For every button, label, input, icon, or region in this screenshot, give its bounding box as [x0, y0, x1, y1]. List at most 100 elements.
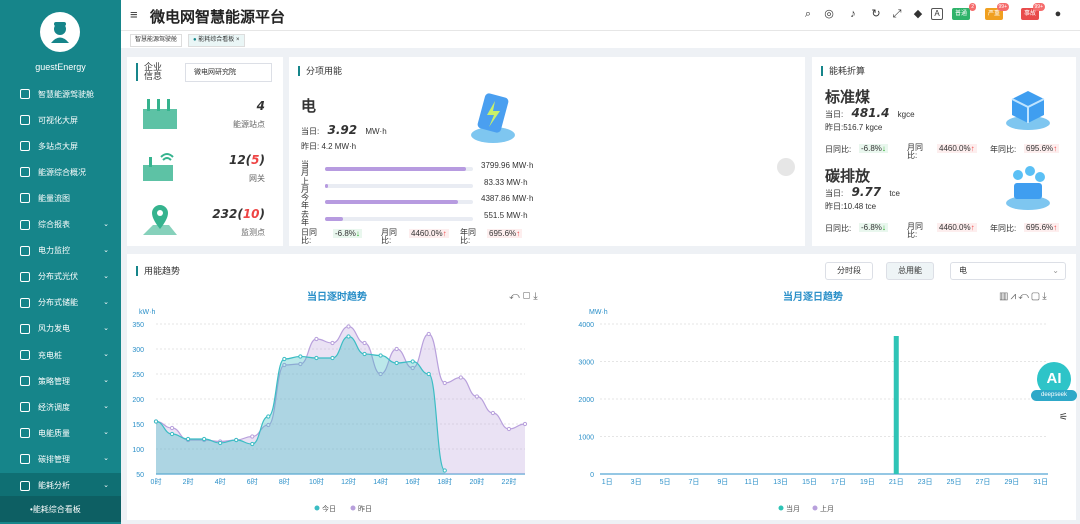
carbon-today-label: 当日:	[825, 189, 844, 198]
chart1-point[interactable]	[250, 441, 255, 447]
sidebar-item-label: 可视化大屏	[38, 115, 78, 125]
sound-icon[interactable]: ♪	[847, 8, 859, 20]
font-size-icon[interactable]: A	[931, 8, 943, 20]
chart1-point[interactable]	[314, 355, 319, 361]
chart1-point[interactable]	[362, 351, 367, 357]
fullscreen-icon[interactable]: ⤢	[891, 8, 903, 20]
carbon-unit: tce	[889, 189, 900, 198]
chart1-point[interactable]	[266, 414, 271, 419]
chart1-point[interactable]	[314, 336, 319, 342]
sidebar-subitem-energy-dashboard[interactable]: • 能耗综合看板	[0, 496, 121, 522]
sidebar-item-10[interactable]: 充电桩 ⌄	[0, 342, 121, 368]
tab-energy-dashboard[interactable]: ● 能耗综合看板 ×	[188, 34, 245, 47]
chart1-point[interactable]	[410, 359, 415, 364]
chart1-point[interactable]	[202, 436, 207, 442]
user-menu-icon[interactable]: ●	[1052, 8, 1064, 20]
chart1-point[interactable]	[490, 410, 496, 416]
header: ≡ 微电网智慧能源平台 ⌕ ◎ ♪ ↻ ⤢ ◆ A 普通 2 严重 99+ 事故 99…	[121, 0, 1080, 30]
chart1-point[interactable]	[185, 436, 191, 442]
sidebar-item-15[interactable]: 能耗分析 ⌄	[0, 472, 121, 499]
tab-label: 能耗综合看板	[198, 37, 235, 43]
chart1-point[interactable]	[394, 346, 399, 352]
sidebar-item-8[interactable]: 分布式储能 ⌄	[0, 290, 121, 316]
chart1-point[interactable]	[298, 354, 303, 359]
chart2-ylabel: MW·h	[589, 309, 608, 316]
coal-name: 标准煤	[825, 89, 871, 106]
chart1-point[interactable]	[394, 360, 399, 366]
sidebar-item-5[interactable]: 综合报表 ⌄	[0, 212, 121, 238]
chart1-point[interactable]	[426, 331, 431, 337]
chart1-point[interactable]	[218, 440, 223, 446]
chart1-point[interactable]	[282, 356, 287, 362]
carbon-dod-tag: -6.8%↓	[859, 223, 888, 232]
search-icon[interactable]: ⌕	[802, 8, 814, 20]
chart1-point[interactable]	[346, 324, 351, 329]
sidebar-item-label: 综合报表	[38, 220, 70, 229]
chart1-legend-label[interactable]: 昨日	[358, 504, 372, 513]
chart1-point[interactable]	[442, 380, 447, 386]
alarm-serious-badge[interactable]: 严重 99+	[985, 3, 1010, 20]
chart1-point[interactable]	[153, 419, 159, 424]
chart1-point[interactable]	[330, 355, 335, 361]
usage-today-label: 当日:	[301, 127, 320, 136]
sidebar-item-9[interactable]: 风力发电 ⌄	[0, 316, 121, 342]
wind-icon	[20, 323, 30, 334]
flow-icon	[20, 193, 30, 204]
arrow-up-icon: ↑	[1053, 144, 1058, 153]
sidebar-item-3[interactable]: 能源综合概况	[0, 159, 121, 185]
sidebar-item-1[interactable]: 可视化大屏	[0, 107, 121, 133]
help-icon[interactable]: ◎	[823, 8, 835, 20]
sidebar-item-14[interactable]: 碳排管理 ⌄	[0, 446, 121, 472]
carbon-yoy-tag: 695.6%↑	[1024, 223, 1060, 232]
sidebar-item-12[interactable]: 经济调度 ⌄	[0, 394, 121, 420]
carbon-yoy-value: 695.6%	[1026, 223, 1054, 232]
chart1-xtick: 16时	[405, 477, 420, 486]
chart1-point[interactable]	[362, 340, 367, 346]
solar-icon	[20, 271, 30, 282]
chart1-point[interactable]	[250, 434, 255, 439]
chart2-legend-dot	[778, 505, 784, 511]
chart1-point[interactable]	[169, 425, 175, 431]
chart1-toolbox[interactable]: ⤺▢⤓	[509, 291, 541, 302]
settings-icon[interactable]: ⚟	[1059, 412, 1068, 423]
chart1-point[interactable]	[426, 371, 431, 377]
chart2-toolbox[interactable]: ▥⩘⤺▢⤓	[999, 291, 1049, 302]
tab-close-icon[interactable]: ×	[236, 37, 240, 43]
chart2-legend-label[interactable]: 当月	[786, 504, 800, 513]
avatar[interactable]	[40, 12, 80, 52]
company-select[interactable]: 微电网研究院	[185, 63, 272, 82]
sidebar-item-2[interactable]: 多站点大屏	[0, 133, 121, 159]
sidebar-item-4[interactable]: 能量流图	[0, 185, 121, 211]
sidebar-item-label: 电能质量	[38, 428, 70, 438]
chart1-point[interactable]	[442, 468, 447, 473]
chart2-legend-label[interactable]: 上月	[820, 504, 834, 513]
ai-assistant-button[interactable]: AI deepseek	[1031, 362, 1077, 402]
chart1-point[interactable]	[169, 431, 175, 437]
alarm-accident-badge[interactable]: 事故 99+	[1021, 3, 1046, 20]
chart1-point[interactable]	[506, 426, 512, 432]
sidebar-item-13[interactable]: 电能质量 ⌄	[0, 420, 121, 446]
chart1-point[interactable]	[474, 394, 479, 399]
sidebar-item-0[interactable]: 智慧能源驾驶舱	[0, 81, 121, 107]
chart1-point[interactable]	[522, 421, 528, 427]
chart1-point[interactable]	[330, 340, 335, 346]
next-slide-button[interactable]	[777, 158, 795, 176]
alarm-normal-badge[interactable]: 普通 2	[952, 3, 977, 20]
chart1-point[interactable]	[458, 375, 463, 380]
refresh-icon[interactable]: ↻	[870, 8, 882, 20]
monitor-point-count: 232(10)	[212, 207, 265, 221]
sidebar-item-label: 智慧能源驾驶舱	[38, 89, 94, 99]
chart1-xtick: 6时	[247, 477, 258, 486]
chart1-point[interactable]	[234, 437, 239, 443]
chart1-legend-label[interactable]: 今日	[322, 504, 336, 513]
chart2-bar[interactable]	[893, 336, 899, 474]
sidebar-item-11[interactable]: 策略管理 ⌄	[0, 368, 121, 394]
chart1-point[interactable]	[378, 353, 383, 358]
theme-icon[interactable]: ◆	[912, 8, 924, 20]
carbon-illustration-icon	[1006, 166, 1050, 210]
menu-toggle-icon[interactable]: ≡	[130, 7, 138, 22]
sidebar-item-7[interactable]: 分布式光伏 ⌄	[0, 264, 121, 290]
sidebar-item-6[interactable]: 电力监控 ⌄	[0, 238, 121, 264]
tab-cockpit[interactable]: 智慧能源驾驶舱	[130, 34, 183, 47]
chart1-point[interactable]	[346, 334, 351, 339]
